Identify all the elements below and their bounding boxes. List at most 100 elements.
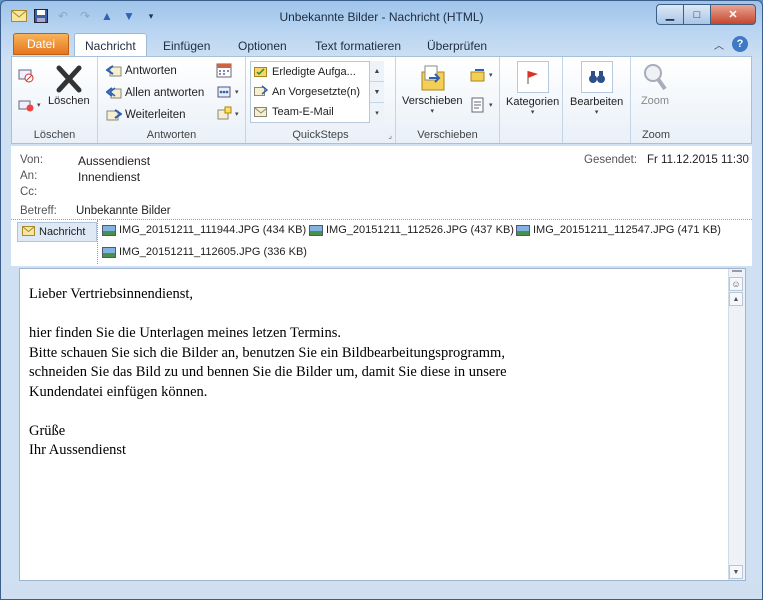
chevron-down-icon: ▾ — [430, 108, 435, 115]
im-button[interactable]: ▾ — [216, 84, 239, 100]
quickstep-to-manager[interactable]: An Vorgesetzte(n) — [251, 82, 383, 102]
forward-button[interactable]: Weiterleiten — [106, 107, 186, 123]
move-label: Verschieben — [402, 95, 463, 107]
move-folder-icon — [416, 63, 448, 95]
delete-label: Löschen — [48, 95, 90, 107]
ignore-icon — [18, 67, 34, 83]
message-text: Lieber Vertriebsinnendienst, hier finden… — [29, 285, 719, 461]
reply-all-button[interactable]: Allen antworten — [106, 85, 204, 101]
attachment-2[interactable]: IMG_20151211_112526.JPG (437 KB) — [309, 224, 514, 236]
scroll-down-arrow[interactable]: ▼ — [729, 565, 743, 579]
quicksteps-scroller[interactable]: ▲ ▼ ▾ — [369, 61, 384, 123]
message-body[interactable]: Lieber Vertriebsinnendienst, hier finden… — [19, 268, 746, 581]
group-zoom: Zoom Zoom — [631, 57, 681, 143]
editing-button[interactable]: Bearbeiten ▾ — [570, 61, 623, 116]
to-label: An: — [20, 170, 38, 182]
quickstep-team-email[interactable]: Team-E-Mail — [251, 102, 383, 122]
chevron-down-icon: ▾ — [489, 72, 493, 79]
move-button[interactable]: Verschieben ▾ — [402, 63, 463, 115]
minimize-button[interactable]: ▁ — [656, 4, 684, 25]
ignore-button[interactable] — [18, 67, 34, 83]
forward-label: Weiterleiten — [125, 109, 186, 121]
zoom-label: Zoom — [640, 95, 670, 107]
group-move: Verschieben ▾ ▾ ▾ Verschieben — [396, 57, 500, 143]
scroll-up-arrow[interactable]: ▲ — [729, 292, 743, 306]
tab-text-formatieren[interactable]: Text formatieren — [315, 35, 401, 57]
delete-icon — [53, 63, 85, 95]
reply-button[interactable]: Antworten — [106, 63, 177, 79]
to-value[interactable]: Innendienst — [78, 170, 140, 184]
categorize-label: Kategorien — [506, 96, 560, 108]
sent-label: Gesendet: — [584, 154, 638, 166]
attachment-label: IMG_20151211_112605.JPG (336 KB) — [119, 246, 307, 258]
tab-einfuegen[interactable]: Einfügen — [163, 35, 210, 57]
group-quicksteps: Erledigte Aufga... An Vorgesetzte(n) Tea… — [246, 57, 396, 143]
group-editing: Bearbeiten ▾ — [563, 57, 631, 143]
attachment-1[interactable]: IMG_20151211_111944.JPG (434 KB) — [102, 224, 306, 236]
split-handle[interactable] — [732, 270, 742, 275]
tab-optionen[interactable]: Optionen — [238, 35, 287, 57]
reply-icon — [106, 63, 122, 79]
status-bar — [1, 584, 762, 599]
chevron-down-icon: ▾ — [489, 102, 493, 109]
actions-icon — [470, 97, 486, 113]
reply-all-label: Allen antworten — [125, 87, 205, 99]
dialog-launcher-icon[interactable]: ⌟ — [388, 131, 392, 140]
quickstep-label: An Vorgesetzte(n) — [272, 86, 361, 98]
expand-gallery-icon[interactable]: ▾ — [370, 103, 384, 123]
scroll-up-icon[interactable]: ▲ — [370, 61, 384, 82]
more-respond-button[interactable]: ▾ — [216, 106, 239, 122]
from-value[interactable]: Aussendienst — [78, 154, 150, 168]
categorize-button[interactable]: Kategorien ▾ — [506, 61, 559, 116]
image-file-icon — [516, 224, 530, 236]
rules-icon — [470, 67, 486, 83]
delete-button[interactable]: Löschen — [48, 63, 90, 107]
body-line: schneiden Sie das Bild zu und bennen Sie… — [29, 364, 507, 380]
sent-value: Fr 11.12.2015 11:30 — [647, 154, 749, 166]
group-label-respond: Antworten — [146, 129, 197, 141]
cleanup-button[interactable]: ▾ — [18, 97, 41, 113]
scroll-down-icon[interactable]: ▼ — [370, 82, 384, 103]
attachment-divider — [97, 220, 98, 264]
zoom-button[interactable]: Zoom — [639, 61, 671, 107]
maximize-button[interactable]: □ — [683, 4, 711, 25]
forward-person-icon — [254, 84, 269, 100]
flag-icon — [516, 61, 549, 93]
tab-file[interactable]: Datei — [13, 33, 69, 55]
group-delete: ▾ Löschen Löschen — [12, 57, 98, 143]
ribbon: ▾ Löschen Löschen Antworten Allen antwor… — [11, 56, 752, 144]
window-title: Unbekannte Bilder - Nachricht (HTML) — [279, 10, 484, 24]
im-icon — [216, 84, 232, 100]
window-controls: ▁ □ ✕ — [656, 4, 756, 25]
tab-ueberpruefen[interactable]: Überprüfen — [427, 35, 487, 57]
rules-button[interactable]: ▾ — [470, 67, 493, 83]
quickstep-done[interactable]: Erledigte Aufga... — [251, 62, 383, 82]
body-line: hier finden Sie die Unterlagen meines le… — [29, 325, 341, 341]
body-line: Kundendatei einfügen können. — [29, 383, 208, 400]
group-label-move: Verschieben — [417, 129, 478, 141]
quickstep-label: Team-E-Mail — [272, 106, 334, 118]
attachment-3[interactable]: IMG_20151211_112547.JPG (471 KB) — [516, 224, 721, 236]
tab-nachricht[interactable]: Nachricht — [74, 33, 147, 57]
more-icon — [216, 106, 232, 122]
image-file-icon — [102, 224, 116, 236]
quicksteps-gallery: Erledigte Aufga... An Vorgesetzte(n) Tea… — [250, 61, 384, 123]
collapse-ribbon-icon[interactable]: ︿ — [714, 37, 724, 52]
actions-button[interactable]: ▾ — [470, 97, 493, 113]
close-button[interactable]: ✕ — [710, 4, 756, 25]
calendar-icon — [216, 62, 232, 78]
vertical-scrollbar[interactable]: ☺ ▲ ▼ — [728, 269, 745, 580]
people-pane-icon[interactable]: ☺ — [729, 277, 743, 291]
attachment-4[interactable]: IMG_20151211_112605.JPG (336 KB) — [102, 246, 307, 258]
quickstep-label: Erledigte Aufga... — [272, 66, 356, 78]
group-label-delete: Löschen — [33, 129, 76, 141]
body-line: Bitte schauen Sie sich die Bilder an, be… — [29, 344, 505, 361]
image-file-icon — [309, 224, 323, 236]
help-icon[interactable]: ? — [732, 36, 748, 52]
subject-label: Betreff: — [20, 205, 57, 217]
message-tab-label: Nachricht — [39, 226, 86, 238]
message-tab[interactable]: Nachricht — [17, 222, 97, 242]
meeting-button[interactable] — [216, 62, 232, 78]
binoculars-icon — [580, 61, 613, 93]
attachment-label: IMG_20151211_111944.JPG (434 KB) — [119, 224, 307, 236]
